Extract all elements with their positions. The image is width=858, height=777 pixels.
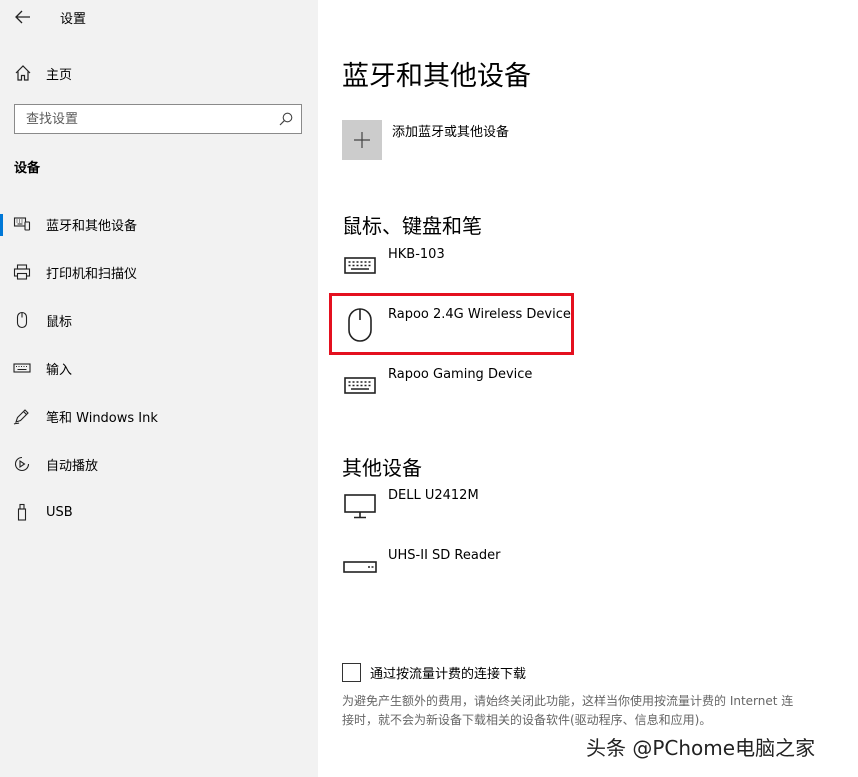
- keyboard-icon: [342, 247, 378, 283]
- usb-icon: [13, 503, 31, 521]
- sidebar-item-autoplay[interactable]: 自动播放: [0, 444, 318, 484]
- sidebar-item-bluetooth[interactable]: 蓝牙和其他设备: [0, 204, 318, 244]
- drive-icon: [342, 548, 378, 584]
- search-box[interactable]: [14, 104, 302, 134]
- sidebar: 设置 主页 设备 蓝牙和其他设备: [0, 0, 318, 777]
- home-nav-item[interactable]: 主页: [14, 62, 72, 84]
- device-item-sd-reader[interactable]: UHS-II SD Reader: [342, 548, 572, 584]
- add-device-button[interactable]: 添加蓝牙或其他设备: [342, 120, 509, 160]
- home-label: 主页: [46, 67, 73, 83]
- search-input[interactable]: [16, 106, 266, 132]
- metered-download-checkbox-row[interactable]: 通过按流量计费的连接下载: [342, 662, 526, 682]
- device-item-rapoo-gaming[interactable]: Rapoo Gaming Device: [342, 367, 572, 403]
- metered-description: 为避免产生额外的费用，请始终关闭此功能，这样当你使用按流量计费的 Interne…: [342, 694, 794, 727]
- device-item-hkb103[interactable]: HKB-103: [342, 247, 572, 283]
- sidebar-item-label: 鼠标: [46, 314, 73, 330]
- highlight-box: [329, 293, 574, 355]
- pen-icon: [13, 407, 31, 425]
- window-title: 设置: [60, 12, 87, 27]
- group-heading-input-devices: 鼠标、键盘和笔: [342, 214, 482, 238]
- selected-indicator: [0, 214, 3, 236]
- add-tile[interactable]: [342, 120, 382, 160]
- group-heading-other-devices: 其他设备: [342, 456, 422, 480]
- sidebar-item-usb[interactable]: USB: [0, 492, 318, 532]
- watermark-text: 头条 @PChome电脑之家: [586, 736, 816, 760]
- back-button[interactable]: [12, 6, 34, 28]
- search-icon[interactable]: [279, 112, 293, 126]
- sidebar-item-label: 蓝牙和其他设备: [46, 218, 138, 234]
- metered-download-checkbox[interactable]: [342, 662, 361, 682]
- sidebar-item-label: 打印机和扫描仪: [46, 266, 138, 282]
- sidebar-item-mouse[interactable]: 鼠标: [0, 300, 318, 340]
- sidebar-item-label: 笔和 Windows Ink: [46, 410, 158, 426]
- printer-icon: [13, 263, 31, 281]
- metered-download-label: 通过按流量计费的连接下载: [370, 666, 527, 682]
- home-icon: [15, 65, 31, 81]
- keyboard-icon: [13, 359, 31, 377]
- page-title: 蓝牙和其他设备: [342, 61, 531, 92]
- device-name: HKB-103: [388, 247, 445, 262]
- device-name: UHS-II SD Reader: [388, 548, 501, 563]
- sidebar-item-label: USB: [46, 504, 73, 520]
- bluetooth-devices-icon: [13, 215, 31, 233]
- autoplay-icon: [13, 455, 31, 473]
- device-name: DELL U2412M: [388, 488, 479, 503]
- sidebar-item-label: 自动播放: [46, 458, 99, 474]
- sidebar-item-typing[interactable]: 输入: [0, 348, 318, 388]
- add-device-label: 添加蓝牙或其他设备: [392, 125, 510, 140]
- keyboard-icon: [342, 367, 378, 403]
- plus-icon: [354, 132, 370, 148]
- sidebar-item-pen[interactable]: 笔和 Windows Ink: [0, 396, 318, 436]
- back-arrow-icon: [15, 10, 30, 24]
- sidebar-item-printers[interactable]: 打印机和扫描仪: [0, 252, 318, 292]
- sidebar-item-label: 输入: [46, 362, 73, 378]
- device-item-dell-monitor[interactable]: DELL U2412M: [342, 488, 572, 524]
- section-label-devices: 设备: [14, 161, 41, 176]
- device-name: Rapoo Gaming Device: [388, 367, 533, 382]
- mouse-icon: [13, 311, 31, 329]
- main-content: 蓝牙和其他设备 添加蓝牙或其他设备 鼠标、键盘和笔 HKB-103 Rapoo …: [318, 0, 858, 777]
- monitor-icon: [342, 488, 378, 524]
